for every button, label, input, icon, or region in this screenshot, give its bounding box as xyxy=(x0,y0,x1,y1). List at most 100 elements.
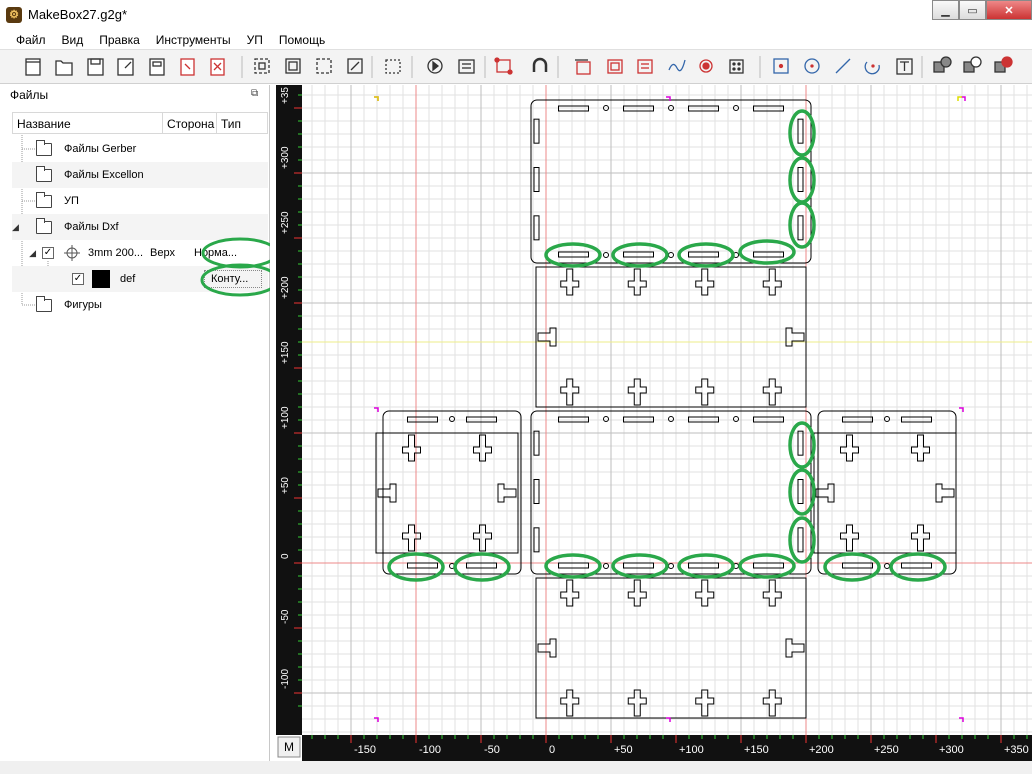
expand-arrow-icon[interactable]: ◢ xyxy=(12,222,22,233)
tab xyxy=(840,434,859,462)
menu-help[interactable]: Помощь xyxy=(271,30,333,49)
crosshair-icon xyxy=(64,245,80,261)
wall-lower xyxy=(535,577,807,719)
ruler-label: +200 xyxy=(809,744,834,756)
new-file-icon xyxy=(25,58,41,76)
menu-file[interactable]: Файл xyxy=(8,30,54,49)
side-right-wall xyxy=(813,432,957,554)
ruler-label: 0 xyxy=(280,553,291,559)
slot xyxy=(533,167,540,192)
layer-color-swatch[interactable] xyxy=(92,270,110,288)
tab xyxy=(695,378,715,406)
tab xyxy=(911,434,930,462)
ruler-label: +300 xyxy=(939,744,964,756)
tree-item-toolpaths[interactable]: УП xyxy=(12,188,268,214)
column-type[interactable]: Тип xyxy=(217,113,267,133)
title-bar: ⚙ MakeBox27.g2g* ▁ ▭ ✕ xyxy=(0,0,1032,30)
cad-drawing[interactable]: +35 +300 +250 +200 +150 +100 +50 0 -50 -100 -150 -1… xyxy=(276,85,1032,761)
expand-arrow-icon[interactable]: ◢ xyxy=(12,248,42,259)
visibility-checkbox[interactable]: ✓ xyxy=(72,273,84,285)
visibility-checkbox[interactable]: ✓ xyxy=(42,247,54,259)
tree-item-layer-def[interactable]: ✓ def Конту... xyxy=(12,266,268,292)
slot xyxy=(797,167,804,192)
ruler-label: +150 xyxy=(280,341,291,364)
save-icon xyxy=(87,58,104,76)
tree-item-label: 3mm 200... xyxy=(88,247,144,259)
intersect-icon xyxy=(994,56,1013,73)
close-button[interactable]: ✕ xyxy=(986,0,1032,20)
corner-marker xyxy=(959,717,964,722)
wall-upper xyxy=(535,266,807,408)
slot xyxy=(623,562,654,569)
arc-icon xyxy=(864,61,880,75)
cad-canvas[interactable]: +35 +300 +250 +200 +150 +100 +50 0 -50 -100 -150 -1… xyxy=(276,85,1032,761)
slot xyxy=(533,118,540,144)
union-icon xyxy=(933,56,952,73)
slot xyxy=(533,479,540,504)
column-side[interactable]: Сторона xyxy=(163,113,217,133)
ruler-label: +350 xyxy=(1004,744,1029,756)
tab xyxy=(695,268,715,296)
tree-header: Название Сторона Тип xyxy=(12,112,268,134)
tab xyxy=(762,689,782,717)
panel-float-icon[interactable]: ⧉ xyxy=(251,88,263,100)
point-icon xyxy=(773,58,789,74)
ruler-label: +50 xyxy=(614,744,633,756)
slot xyxy=(533,527,540,553)
drill-icon xyxy=(699,59,713,73)
zoom-fit-icon xyxy=(254,58,270,74)
hole xyxy=(603,563,609,569)
hole xyxy=(668,563,674,569)
highlight-ellipse xyxy=(788,109,816,157)
tab xyxy=(785,327,805,347)
tree-item-shapes[interactable]: Фигуры xyxy=(12,292,268,318)
hole xyxy=(449,416,455,422)
menu-tools[interactable]: Инструменты xyxy=(148,30,239,49)
tree-item-dxf-file[interactable]: ◢ ✓ 3mm 200... Верх Норма... xyxy=(12,240,268,266)
hole xyxy=(733,416,739,422)
folder-icon xyxy=(36,217,52,234)
slot xyxy=(558,562,589,569)
column-name[interactable]: Название xyxy=(13,113,163,133)
tree-item-label: УП xyxy=(64,195,79,207)
corner-marker xyxy=(666,717,671,722)
maximize-button[interactable]: ▭ xyxy=(959,0,986,20)
tree-item-excellon[interactable]: Файлы Excellon xyxy=(12,162,268,188)
ruler-label: +300 xyxy=(280,146,291,169)
ruler-label: -50 xyxy=(484,744,500,756)
tree-item-type[interactable]: Конту... xyxy=(204,270,262,288)
menu-view[interactable]: Вид xyxy=(54,30,92,49)
ruler-label: +100 xyxy=(280,406,291,429)
tree-item-type[interactable]: Норма... xyxy=(190,247,250,259)
tab xyxy=(537,327,557,347)
hole xyxy=(884,416,890,422)
status-bar xyxy=(0,761,1032,774)
hole xyxy=(668,252,674,258)
menu-edit[interactable]: Правка xyxy=(91,30,148,49)
ruler-label: 0 xyxy=(549,744,555,756)
slot xyxy=(623,251,654,258)
line-icon xyxy=(835,58,851,74)
tab xyxy=(762,268,782,296)
hole xyxy=(603,416,609,422)
tree-item-dxf[interactable]: ◢ Файлы Dxf xyxy=(12,214,268,240)
menu-toolpath[interactable]: УП xyxy=(239,30,271,49)
tab xyxy=(402,524,421,552)
slot xyxy=(797,527,804,553)
window-controls: ▁ ▭ ✕ xyxy=(932,0,1032,22)
import-icon xyxy=(180,58,195,76)
magnet-icon xyxy=(532,57,548,72)
ruler-label: +250 xyxy=(280,211,291,234)
subtract-icon xyxy=(963,56,982,73)
tab xyxy=(935,483,955,503)
tree-item-side: Верх xyxy=(150,247,175,259)
zoom-selection-icon xyxy=(316,58,332,74)
slot xyxy=(753,562,784,569)
tree-item-gerber[interactable]: Файлы Gerber xyxy=(12,136,268,162)
ruler-label: -100 xyxy=(280,669,291,689)
tree-item-label: def xyxy=(120,273,136,285)
side-left-wall xyxy=(375,432,519,554)
minimize-button[interactable]: ▁ xyxy=(932,0,959,20)
ruler-label: +50 xyxy=(280,477,291,494)
corner-marker xyxy=(959,407,964,412)
